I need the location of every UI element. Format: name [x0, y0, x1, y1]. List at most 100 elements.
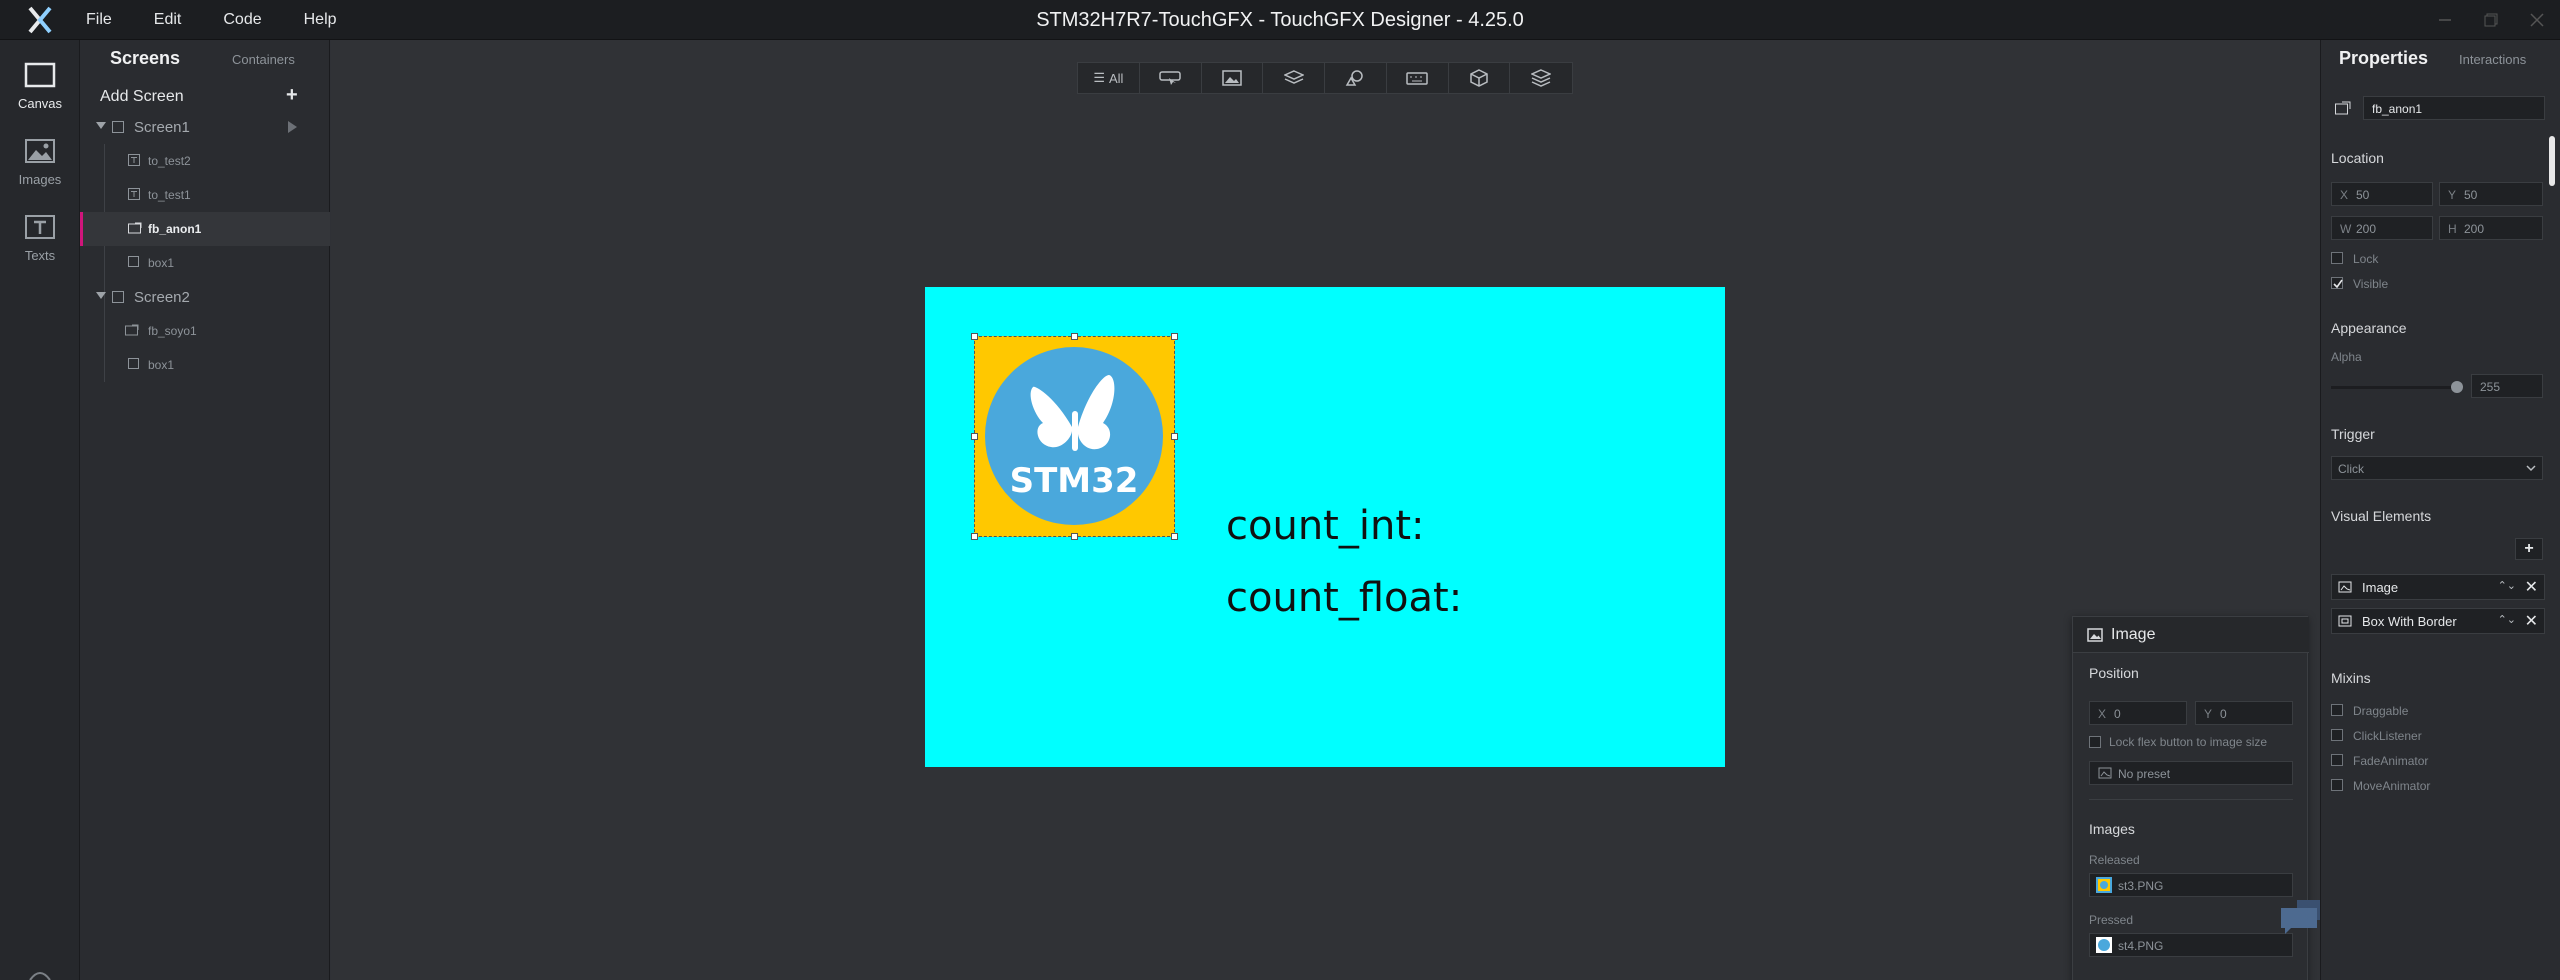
- resize-handle[interactable]: [1171, 433, 1178, 440]
- containers-category-button[interactable]: [1263, 63, 1325, 93]
- remove-element-icon[interactable]: ✕: [2525, 577, 2538, 597]
- tab-properties[interactable]: Properties: [2339, 48, 2428, 69]
- widget-label: fb_anon1: [148, 222, 202, 236]
- resize-handle[interactable]: [971, 433, 978, 440]
- released-image-field[interactable]: st3.PNG: [2089, 873, 2293, 897]
- shapes-category-button[interactable]: [1325, 63, 1387, 93]
- filter-all-button[interactable]: ☰ All: [1078, 63, 1140, 93]
- resize-handle[interactable]: [1071, 533, 1078, 540]
- count-float-text[interactable]: count_float:: [1226, 575, 1462, 621]
- tree-widget-row[interactable]: fb_soyo1: [80, 314, 330, 348]
- clicklistener-checkbox[interactable]: [2331, 729, 2343, 741]
- canvas-area[interactable]: ☰ All STM32 count_int: count_float: Imag…: [331, 40, 2399, 980]
- menu-code[interactable]: Code: [217, 11, 267, 29]
- widget-name-input[interactable]: fb_anon1: [2363, 96, 2545, 120]
- maximize-button[interactable]: [2468, 0, 2514, 40]
- tree-widget-row[interactable]: box1: [80, 246, 330, 280]
- menu-help[interactable]: Help: [298, 11, 343, 29]
- flex-button-icon: [128, 222, 142, 234]
- app-window: File Edit Code Help STM32H7R7-TouchGFX -…: [0, 0, 2560, 980]
- image-x-field[interactable]: X0: [2089, 701, 2187, 725]
- alpha-slider-knob[interactable]: [2451, 381, 2463, 393]
- fb-anon1-widget[interactable]: STM32: [971, 333, 1178, 540]
- preset-dropdown[interactable]: No preset: [2089, 761, 2293, 785]
- screens-panel: Screens Containers Add Screen + Screen1 …: [80, 40, 330, 980]
- visible-checkbox[interactable]: [2331, 277, 2343, 289]
- expand-chevron-icon[interactable]: [96, 122, 106, 129]
- draggable-checkbox[interactable]: [2331, 704, 2343, 716]
- pressed-image-field[interactable]: st4.PNG: [2089, 933, 2293, 957]
- location-y-field[interactable]: Y 50: [2439, 182, 2543, 206]
- tab-interactions[interactable]: Interactions: [2459, 52, 2526, 67]
- properties-scrollbar[interactable]: [2549, 136, 2555, 186]
- texts-nav-button[interactable]: Texts: [0, 202, 80, 272]
- image-properties-panel: Image Position X0 Y0 Lock flex button to…: [2072, 616, 2309, 980]
- menu-edit[interactable]: Edit: [148, 11, 188, 29]
- 3d-category-button[interactable]: [1449, 63, 1511, 93]
- tree-widget-row[interactable]: to_test2: [80, 144, 330, 178]
- image-thumbnail-icon: [2096, 877, 2112, 893]
- image-category-icon: [1222, 70, 1242, 86]
- images-nav-button[interactable]: Images: [0, 126, 80, 196]
- image-y-field[interactable]: Y0: [2195, 701, 2293, 725]
- resize-handle[interactable]: [971, 533, 978, 540]
- minimize-button[interactable]: [2422, 0, 2468, 40]
- image-icon: [2087, 628, 2103, 642]
- add-screen-row[interactable]: Add Screen +: [80, 80, 330, 114]
- cube-category-icon: [1470, 69, 1488, 87]
- flex-button-icon: [125, 324, 139, 336]
- count-int-text[interactable]: count_int:: [1226, 503, 1424, 549]
- visual-element-row[interactable]: Image ⌃⌄ ✕: [2331, 574, 2545, 600]
- alpha-slider-track[interactable]: [2331, 386, 2453, 389]
- tree-widget-row[interactable]: box1: [80, 348, 330, 382]
- tree-screen1[interactable]: Screen1: [80, 110, 330, 144]
- location-x-field[interactable]: X 50: [2331, 182, 2433, 206]
- tree-widget-row-selected[interactable]: fb_anon1: [80, 212, 330, 246]
- layers-category-icon: [1283, 70, 1304, 84]
- resize-handle[interactable]: [1071, 333, 1078, 340]
- fadeanimator-checkbox[interactable]: [2331, 754, 2343, 766]
- menu-file[interactable]: File: [80, 11, 118, 29]
- location-w-field[interactable]: W 200: [2331, 216, 2433, 240]
- box-icon: [128, 256, 139, 267]
- visual-element-row[interactable]: Box With Border ⌃⌄ ✕: [2331, 608, 2545, 634]
- resize-handle[interactable]: [971, 333, 978, 340]
- tab-containers[interactable]: Containers: [232, 52, 295, 67]
- controls-category-button[interactable]: [1387, 63, 1449, 93]
- trigger-dropdown[interactable]: Click: [2331, 456, 2543, 480]
- mixin-label: Draggable: [2353, 704, 2409, 718]
- left-icon-bar: Canvas Images Texts: [0, 40, 80, 980]
- image-panel-title: Image: [2111, 626, 2156, 643]
- lock-flex-checkbox[interactable]: [2089, 736, 2101, 748]
- remove-element-icon[interactable]: ✕: [2525, 611, 2538, 631]
- resize-handle[interactable]: [1171, 533, 1178, 540]
- location-h-field[interactable]: H 200: [2439, 216, 2543, 240]
- resize-handle[interactable]: [1171, 333, 1178, 340]
- reorder-arrows-icon[interactable]: ⌃⌄: [2498, 579, 2516, 592]
- miscellaneous-category-button[interactable]: [1510, 63, 1572, 93]
- alpha-value-field[interactable]: 255: [2471, 374, 2543, 398]
- close-button[interactable]: [2514, 0, 2560, 40]
- preset-value: No preset: [2118, 767, 2171, 781]
- settings-icon[interactable]: [28, 966, 52, 980]
- widget-label: to_test1: [148, 188, 191, 202]
- buttons-category-button[interactable]: [1140, 63, 1202, 93]
- reorder-arrows-icon[interactable]: ⌃⌄: [2498, 613, 2516, 626]
- add-screen-plus-icon[interactable]: +: [286, 84, 298, 107]
- released-label: Released: [2089, 853, 2140, 867]
- moveanimator-checkbox[interactable]: [2331, 779, 2343, 791]
- title-bar: File Edit Code Help STM32H7R7-TouchGFX -…: [0, 0, 2560, 40]
- position-section-label: Position: [2089, 665, 2139, 681]
- text-area-icon: [128, 188, 140, 200]
- start-screen-icon[interactable]: [288, 121, 297, 133]
- screen-canvas[interactable]: STM32 count_int: count_float:: [925, 287, 1725, 767]
- close-icon: [2530, 13, 2544, 27]
- tab-screens[interactable]: Screens: [110, 48, 180, 69]
- add-visual-element-button[interactable]: +: [2515, 538, 2543, 560]
- lock-checkbox[interactable]: [2331, 252, 2343, 264]
- tree-widget-row[interactable]: to_test1: [80, 178, 330, 212]
- tree-screen2[interactable]: Screen2: [80, 280, 330, 314]
- canvas-nav-button[interactable]: Canvas: [0, 50, 80, 120]
- images-category-button[interactable]: [1202, 63, 1264, 93]
- expand-chevron-icon[interactable]: [96, 292, 106, 299]
